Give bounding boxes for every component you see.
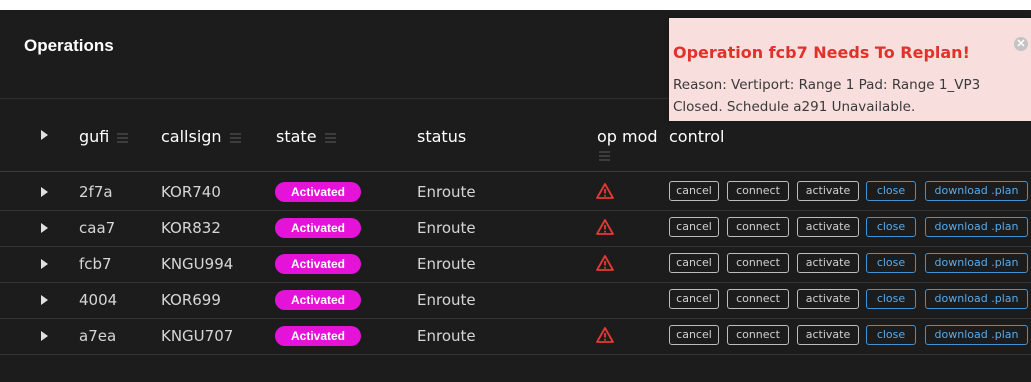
column-header-callsign-label: callsign [161, 127, 222, 146]
activate-button[interactable]: activate [797, 217, 859, 237]
table-row: 4004 KOR699 Enroute Activated cancel connect a… [0, 282, 1031, 319]
download-plan-button[interactable]: download .plan [925, 181, 1028, 201]
close-icon[interactable]: ✕ [1014, 37, 1028, 51]
operations-panel: Operations gufi callsign state status op… [0, 10, 1031, 382]
expand-row-arrow-icon[interactable] [41, 223, 48, 233]
callsign-cell: KOR832 [161, 219, 221, 237]
cancel-button[interactable]: cancel [669, 181, 719, 201]
cancel-button[interactable]: cancel [669, 325, 719, 345]
cancel-button[interactable]: cancel [669, 289, 719, 309]
state-badge: Activated [275, 254, 361, 274]
sort-icon[interactable] [599, 151, 610, 161]
column-header-state-label: state [276, 127, 317, 146]
callsign-cell: KOR740 [161, 183, 221, 201]
callsign-cell: KOR699 [161, 291, 221, 309]
state-badge: Activated [275, 326, 361, 346]
column-header-status[interactable]: status [417, 127, 466, 146]
close-button[interactable]: close [866, 325, 916, 345]
expand-row-arrow-icon[interactable] [41, 295, 48, 305]
column-header-callsign[interactable]: callsign [161, 127, 241, 146]
download-plan-button[interactable]: download .plan [925, 325, 1028, 345]
download-plan-button[interactable]: download .plan [925, 289, 1028, 309]
expand-row-arrow-icon[interactable] [41, 187, 48, 197]
gufi-cell: 4004 [79, 291, 118, 309]
close-button[interactable]: close [866, 217, 916, 237]
replan-notification: ✕ Operation fcb7 Needs To Replan! Reason… [669, 18, 1031, 121]
close-button[interactable]: close [866, 253, 916, 273]
callsign-cell: KNGU707 [161, 327, 234, 345]
expand-row-arrow-icon[interactable] [41, 259, 48, 269]
state-badge: Activated [275, 182, 361, 202]
status-cell: Enroute [417, 327, 476, 345]
status-cell: Enroute [417, 255, 476, 273]
cancel-button[interactable]: cancel [669, 217, 719, 237]
table-row: a7ea KNGU707 Enroute Activated cancel connect… [0, 318, 1031, 355]
download-plan-button[interactable]: download .plan [925, 253, 1028, 273]
cancel-button[interactable]: cancel [669, 253, 719, 273]
connect-button[interactable]: connect [727, 289, 789, 309]
column-header-gufi[interactable]: gufi [79, 127, 129, 146]
column-header-op-mod-label: op mod [597, 127, 658, 146]
connect-button[interactable]: connect [727, 325, 789, 345]
sort-icon[interactable] [229, 132, 241, 143]
download-plan-button[interactable]: download .plan [925, 217, 1028, 237]
table-row: fcb7 KNGU994 Enroute Activated cancel connect… [0, 246, 1031, 283]
column-header-op-mod[interactable]: op mod [597, 127, 658, 146]
panel-title: Operations [24, 36, 114, 55]
warning-icon[interactable] [596, 327, 614, 343]
table-row: caa7 KOR832 Enroute Activated cancel connect a… [0, 210, 1031, 247]
notification-title: Operation fcb7 Needs To Replan! [673, 43, 970, 62]
connect-button[interactable]: connect [727, 181, 789, 201]
status-cell: Enroute [417, 219, 476, 237]
callsign-cell: KNGU994 [161, 255, 234, 273]
activate-button[interactable]: activate [797, 325, 859, 345]
connect-button[interactable]: connect [727, 217, 789, 237]
sort-icon[interactable] [324, 132, 336, 143]
gufi-cell: 2f7a [79, 183, 113, 201]
column-header-state[interactable]: state [276, 127, 336, 146]
connect-button[interactable]: connect [727, 253, 789, 273]
close-button[interactable]: close [866, 181, 916, 201]
state-badge: Activated [275, 290, 361, 310]
expand-all-arrow-icon[interactable] [41, 130, 48, 140]
column-header-control: control [669, 127, 725, 146]
notification-message: Reason: Vertiport: Range 1 Pad: Range 1_… [673, 77, 981, 115]
column-header-gufi-label: gufi [79, 127, 110, 146]
gufi-cell: fcb7 [79, 255, 112, 273]
state-badge: Activated [275, 218, 361, 238]
activate-button[interactable]: activate [797, 181, 859, 201]
warning-icon[interactable] [596, 255, 614, 271]
table-row: 2f7a KOR740 Enroute Activated cancel connect a… [0, 174, 1031, 211]
activate-button[interactable]: activate [797, 289, 859, 309]
sort-icon[interactable] [117, 132, 129, 143]
status-cell: Enroute [417, 291, 476, 309]
warning-icon[interactable] [596, 183, 614, 199]
warning-icon[interactable] [596, 219, 614, 235]
gufi-cell: caa7 [79, 219, 116, 237]
gufi-cell: a7ea [79, 327, 117, 345]
expand-row-arrow-icon[interactable] [41, 331, 48, 341]
activate-button[interactable]: activate [797, 253, 859, 273]
close-button[interactable]: close [866, 289, 916, 309]
status-cell: Enroute [417, 183, 476, 201]
